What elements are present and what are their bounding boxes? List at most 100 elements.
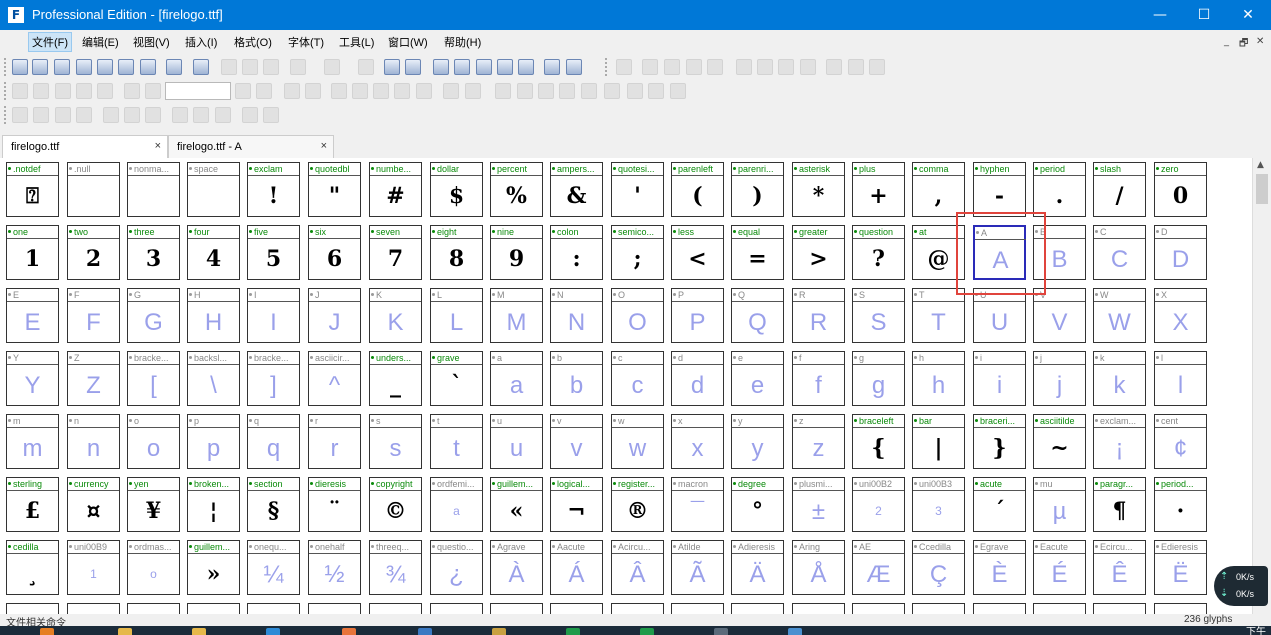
taskbar-app-icon[interactable] — [788, 628, 802, 635]
glyph-cell[interactable]: section § — [247, 477, 300, 532]
glyph-cell[interactable] — [611, 603, 664, 614]
glyph-cell[interactable]: pp — [187, 414, 240, 469]
glyph-cell[interactable]: ss — [369, 414, 422, 469]
glyph-cell[interactable]: MM — [490, 288, 543, 343]
glyph-cell[interactable]: EE — [6, 288, 59, 343]
glyph-cell[interactable]: three 3 — [127, 225, 180, 280]
brush-icon[interactable] — [352, 83, 368, 99]
glyph-cell[interactable] — [67, 603, 120, 614]
space-h-icon[interactable] — [172, 107, 188, 123]
glyph-cell[interactable] — [247, 603, 300, 614]
glyph-cell[interactable]: DD — [1154, 225, 1207, 280]
glyph-cell[interactable] — [792, 603, 845, 614]
taskbar-browser-icon[interactable] — [266, 628, 280, 635]
glyph-cell[interactable]: cc — [611, 351, 664, 406]
glyph-cell[interactable]: ff — [792, 351, 845, 406]
copy-file-icon[interactable] — [118, 59, 134, 75]
merge-icon[interactable] — [686, 59, 702, 75]
glyph-cell[interactable] — [731, 603, 784, 614]
glyph-cell[interactable]: six 6 — [308, 225, 361, 280]
glyph-cell[interactable]: Egrave È — [973, 540, 1026, 595]
glyph-cell[interactable] — [973, 603, 1026, 614]
glyph-cell[interactable]: yy — [731, 414, 784, 469]
glyph-cell[interactable]: threeq... ¾ — [369, 540, 422, 595]
taskbar-excel-icon[interactable] — [640, 628, 654, 635]
glyph-cell[interactable]: slash / — [1093, 162, 1146, 217]
close-icon[interactable]: × — [155, 140, 161, 152]
taskbar-folder-icon[interactable] — [192, 628, 206, 635]
rectangle-icon[interactable] — [394, 83, 410, 99]
glyph-cell[interactable]: Adieresis Ä — [731, 540, 784, 595]
glyph-cell[interactable]: HH — [187, 288, 240, 343]
new-template-icon[interactable] — [32, 59, 48, 75]
backward-icon[interactable] — [76, 107, 92, 123]
glyph-cell[interactable]: ordfemi... a — [430, 477, 483, 532]
glyph-cell[interactable]: vv — [550, 414, 603, 469]
mdi-close-button[interactable]: ✕ — [1256, 36, 1264, 47]
align-top-icon[interactable] — [800, 59, 816, 75]
glyph-cell[interactable]: eight 8 — [430, 225, 483, 280]
glyph-cell[interactable]: parenri...) — [731, 162, 784, 217]
glyph-cell[interactable] — [127, 603, 180, 614]
glyph-cell[interactable]: Edieresis Ë — [1154, 540, 1207, 595]
glyph-cell[interactable]: two 2 — [67, 225, 120, 280]
kern-icon[interactable] — [627, 83, 643, 99]
guides-icon[interactable] — [517, 83, 533, 99]
glyph-cell[interactable]: Aring Å — [792, 540, 845, 595]
glyph-cell[interactable]: hh — [912, 351, 965, 406]
metrics-icon[interactable] — [670, 83, 686, 99]
hierarchy-icon[interactable] — [648, 83, 664, 99]
glyph-cell[interactable]: register... ® — [611, 477, 664, 532]
glyph-cell[interactable]: dd — [671, 351, 724, 406]
glyph-cell[interactable]: ampers... & — [550, 162, 603, 217]
glyph-cell[interactable] — [1033, 603, 1086, 614]
sort-icon[interactable] — [433, 59, 449, 75]
glyph-cell[interactable]: sterling £ — [6, 477, 59, 532]
glyph-cell[interactable]: ee — [731, 351, 784, 406]
tab-font[interactable]: firelogo.ttf × — [2, 135, 168, 158]
menu-help[interactable]: 帮助(H) — [442, 34, 483, 50]
curve-icon[interactable] — [305, 83, 321, 99]
distribute-right-icon[interactable] — [145, 107, 161, 123]
taskbar-app-icon[interactable] — [40, 628, 54, 635]
glyph-cell[interactable]: II — [247, 288, 300, 343]
glyph-cell[interactable]: mu µ — [1033, 477, 1086, 532]
glyph-cell[interactable]: hyphen - — [973, 162, 1026, 217]
glyph-cell[interactable]: space — [187, 162, 240, 217]
glyph-cell[interactable]: copyright © — [369, 477, 422, 532]
glyph-cell[interactable]: asterisk * — [792, 162, 845, 217]
bring-front-icon[interactable] — [12, 107, 28, 123]
glyph-cell[interactable]: quotedbl " — [308, 162, 361, 217]
glyph-cell[interactable]: QQ — [731, 288, 784, 343]
distribute-left-icon[interactable] — [103, 107, 119, 123]
glyph-cell[interactable]: grave ` — [430, 351, 483, 406]
taskbar-app-icon[interactable] — [418, 628, 432, 635]
glyph-cell[interactable]: oo — [127, 414, 180, 469]
glyph-cell[interactable]: bracke...] — [247, 351, 300, 406]
glyph-cell[interactable]: ordmas... o — [127, 540, 180, 595]
glyph-cell[interactable]: bb — [550, 351, 603, 406]
group-icon[interactable] — [826, 59, 842, 75]
glyph-cell[interactable]: ll — [1154, 351, 1207, 406]
glyph-cell[interactable]: bracke... [ — [127, 351, 180, 406]
glyph-cell[interactable] — [1093, 603, 1146, 614]
glyph-cell[interactable]: Atilde Ã — [671, 540, 724, 595]
glyph-cell[interactable]: qq — [247, 414, 300, 469]
glyph-cell[interactable]: Acircu... Â — [611, 540, 664, 595]
align-right-icon[interactable] — [778, 59, 794, 75]
glyph-cell[interactable]: Ccedilla Ç — [912, 540, 965, 595]
glyph-cell[interactable]: UU — [973, 288, 1026, 343]
glyph-cell[interactable]: zz — [792, 414, 845, 469]
glyph-cell[interactable]: Ecircu... Ê — [1093, 540, 1146, 595]
menu-window[interactable]: 窗口(W) — [386, 34, 430, 50]
minimize-button[interactable]: — — [1137, 0, 1183, 30]
bounds-icon[interactable] — [538, 83, 554, 99]
frame-icon[interactable] — [443, 83, 459, 99]
glyph-cell[interactable]: percent% — [490, 162, 543, 217]
refresh-icon[interactable] — [358, 59, 374, 75]
glyph-cell[interactable]: uni00B9 1 — [67, 540, 120, 595]
transform-icon[interactable] — [664, 59, 680, 75]
add-glyph-icon[interactable] — [405, 59, 421, 75]
glyph-cell[interactable]: GG — [127, 288, 180, 343]
glyph-cell[interactable]: guillem... « — [490, 477, 543, 532]
